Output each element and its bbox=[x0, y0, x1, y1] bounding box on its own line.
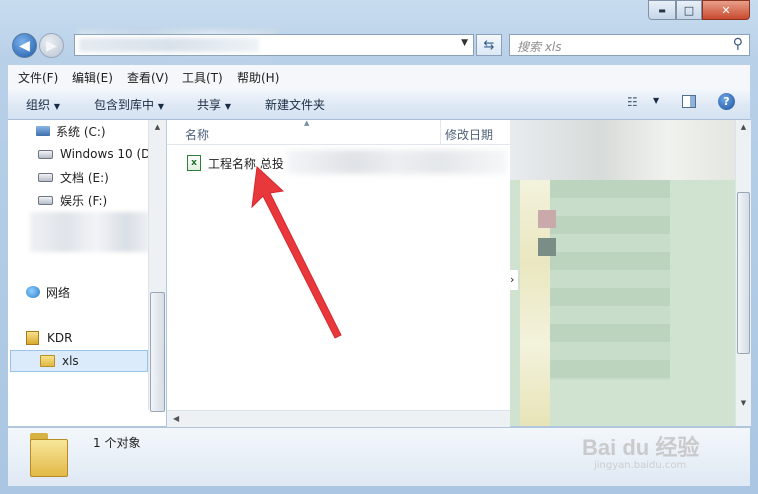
include-in-library-button[interactable]: 包含到库中 ▼ bbox=[94, 96, 164, 113]
nav-label: xls bbox=[62, 354, 79, 368]
address-bar[interactable]: ▼ bbox=[74, 34, 474, 56]
large-folder-icon bbox=[30, 433, 70, 479]
network-icon bbox=[26, 286, 40, 298]
menu-tools[interactable]: 工具(T) bbox=[182, 69, 223, 86]
nav-label: Windows 10 (D bbox=[60, 147, 151, 161]
red-arrow-annotation bbox=[251, 165, 342, 339]
refresh-button[interactable]: ⇆ bbox=[476, 34, 502, 56]
forward-arrow-icon: ▶ bbox=[46, 37, 57, 54]
drive-icon bbox=[38, 195, 53, 205]
nav-item-drive-c[interactable]: 系统 (C:) bbox=[36, 121, 106, 141]
blurred-path bbox=[79, 38, 259, 52]
close-icon: ✕ bbox=[721, 3, 731, 17]
minimize-icon: ▬ bbox=[658, 5, 666, 15]
nav-label: 网络 bbox=[46, 285, 71, 300]
system-drive-icon bbox=[36, 126, 50, 136]
scroll-thumb[interactable] bbox=[150, 292, 165, 412]
drive-icon bbox=[38, 149, 53, 159]
excel-file-icon: x bbox=[187, 155, 201, 171]
blurred-block bbox=[510, 120, 735, 180]
folder-icon bbox=[40, 355, 55, 367]
back-arrow-icon: ◀ bbox=[19, 37, 30, 54]
maximize-icon: □ bbox=[683, 3, 695, 17]
chevron-down-icon[interactable]: ▼ bbox=[461, 38, 468, 48]
scroll-up-icon[interactable]: ▲ bbox=[736, 120, 751, 134]
nav-item-kdr[interactable]: KDR bbox=[26, 328, 72, 348]
scroll-up-icon[interactable]: ▲ bbox=[149, 120, 166, 134]
column-header: 名称 ▲ 修改日期 bbox=[167, 119, 510, 145]
scroll-left-icon[interactable]: ◀ bbox=[173, 414, 179, 423]
close-button[interactable]: ✕ bbox=[702, 0, 750, 20]
forward-button[interactable]: ▶ bbox=[39, 33, 64, 58]
nav-item-drive-d[interactable]: Windows 10 (D bbox=[38, 144, 150, 164]
chevron-down-icon: ▼ bbox=[224, 102, 231, 111]
view-options-icon[interactable]: ☷ bbox=[627, 95, 638, 109]
organize-button[interactable]: 组织 ▼ bbox=[26, 96, 60, 113]
maximize-button[interactable]: □ bbox=[676, 0, 702, 20]
nav-label: 系统 (C:) bbox=[56, 124, 106, 139]
organize-label: 组织 bbox=[26, 98, 51, 112]
search-placeholder: 搜索 xls bbox=[517, 40, 562, 54]
blurred-nav-items bbox=[30, 212, 150, 252]
preview-pane-icon[interactable] bbox=[682, 95, 696, 108]
details-pane: 1 个对象 Bai du 经验 jingyan.baidu.com bbox=[8, 427, 750, 486]
menu-help[interactable]: 帮助(H) bbox=[237, 69, 279, 86]
watermark-brand: Bai du 经验 bbox=[582, 435, 700, 460]
preview-pane: › bbox=[510, 120, 735, 426]
nav-item-xls[interactable] bbox=[10, 350, 148, 372]
back-button[interactable]: ◀ bbox=[12, 33, 37, 58]
horizontal-scrollbar[interactable]: ◀ bbox=[167, 410, 510, 427]
new-folder-button[interactable]: 新建文件夹 bbox=[265, 96, 325, 113]
chevron-down-icon: ▼ bbox=[157, 102, 164, 111]
menu-file[interactable]: 文件(F) bbox=[18, 69, 58, 86]
help-icon[interactable]: ? bbox=[718, 93, 735, 110]
scroll-down-icon[interactable]: ▼ bbox=[736, 396, 751, 410]
column-modified[interactable]: 修改日期 bbox=[445, 126, 493, 143]
chevron-down-icon[interactable]: ▼ bbox=[653, 96, 659, 105]
minimize-button[interactable]: ▬ bbox=[648, 0, 676, 20]
search-input[interactable]: 搜索 xls ⚲ bbox=[509, 34, 750, 56]
blurred-block bbox=[538, 210, 556, 228]
blurred-block bbox=[538, 238, 556, 256]
nav-item-network[interactable]: 网络 bbox=[26, 282, 70, 302]
nav-label: 文档 (E:) bbox=[60, 170, 109, 185]
refresh-icon: ⇆ bbox=[483, 37, 495, 53]
search-icon[interactable]: ⚲ bbox=[733, 36, 743, 52]
scroll-thumb[interactable] bbox=[737, 192, 750, 354]
sort-up-icon: ▲ bbox=[304, 119, 310, 127]
file-list-pane: 名称 ▲ 修改日期 x 工程名称 总投 ◀ bbox=[167, 119, 510, 427]
blurred-block bbox=[550, 180, 670, 380]
include-label: 包含到库中 bbox=[94, 98, 155, 112]
share-label: 共享 bbox=[197, 98, 222, 112]
preview-scrollbar[interactable]: ▲ ▼ bbox=[735, 120, 751, 426]
nav-item-drive-e[interactable]: 文档 (E:) bbox=[38, 167, 109, 187]
collapse-icon[interactable]: › bbox=[510, 270, 518, 290]
command-bar: 组织 ▼ 包含到库中 ▼ 共享 ▼ 新建文件夹 ☷ ▼ ? bbox=[8, 87, 750, 120]
menu-bar: 文件(F) 编辑(E) 查看(V) 工具(T) 帮助(H) bbox=[8, 65, 750, 88]
navigation-pane: 系统 (C:) Windows 10 (D 文档 (E:) 娱乐 (F:) 网络… bbox=[8, 120, 166, 426]
baidu-watermark: Bai du 经验 jingyan.baidu.com bbox=[582, 428, 722, 486]
chevron-down-icon: ▼ bbox=[53, 102, 60, 111]
watermark-url: jingyan.baidu.com bbox=[594, 460, 687, 471]
drive-icon bbox=[38, 172, 53, 182]
item-count: 1 个对象 bbox=[93, 436, 141, 450]
nav-scrollbar[interactable]: ▲ bbox=[148, 120, 166, 412]
menu-edit[interactable]: 编辑(E) bbox=[72, 69, 113, 86]
share-button[interactable]: 共享 ▼ bbox=[197, 96, 231, 113]
column-divider bbox=[440, 120, 441, 144]
column-name[interactable]: 名称 bbox=[185, 126, 209, 143]
nav-item-drive-f[interactable]: 娱乐 (F:) bbox=[38, 190, 107, 210]
nav-label: 娱乐 (F:) bbox=[60, 193, 108, 208]
nav-item-xls-label: xls bbox=[40, 351, 79, 371]
menu-view[interactable]: 查看(V) bbox=[127, 69, 169, 86]
nav-label: KDR bbox=[47, 331, 73, 345]
user-folder-icon bbox=[26, 331, 39, 345]
